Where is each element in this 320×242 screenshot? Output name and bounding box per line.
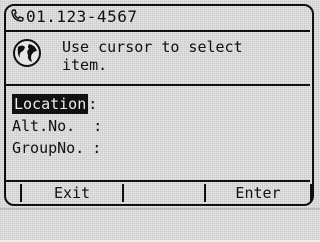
- field-alt-no-separator: :: [93, 117, 103, 135]
- message-divider: [6, 84, 310, 86]
- bottom-bar: [0, 208, 320, 242]
- field-location[interactable]: Location:: [12, 94, 97, 114]
- exit-softkey[interactable]: Exit: [20, 184, 124, 202]
- message-line-1: Use cursor to select: [62, 38, 243, 56]
- field-alt-no[interactable]: Alt.No.:: [12, 116, 102, 136]
- device-screen: 01.123-4567 Use cursor to select item. L…: [0, 0, 320, 240]
- field-group-no[interactable]: GroupNo.:: [12, 138, 101, 158]
- handset-icon: [10, 6, 26, 28]
- message-line-2: item.: [62, 56, 108, 74]
- softkey-bar: Exit Enter: [6, 180, 312, 204]
- field-group-no-separator: :: [92, 139, 102, 157]
- header-divider: [6, 30, 310, 32]
- field-location-label: Location: [12, 94, 89, 114]
- field-location-separator: :: [88, 95, 98, 113]
- globe-icon: [12, 38, 42, 68]
- phone-number: 01.123-4567: [26, 7, 138, 26]
- phone-header: 01.123-4567: [10, 6, 137, 28]
- field-group-no-label: GroupNo.: [12, 139, 85, 157]
- field-alt-no-label: Alt.No.: [12, 117, 76, 135]
- enter-softkey[interactable]: Enter: [204, 184, 312, 202]
